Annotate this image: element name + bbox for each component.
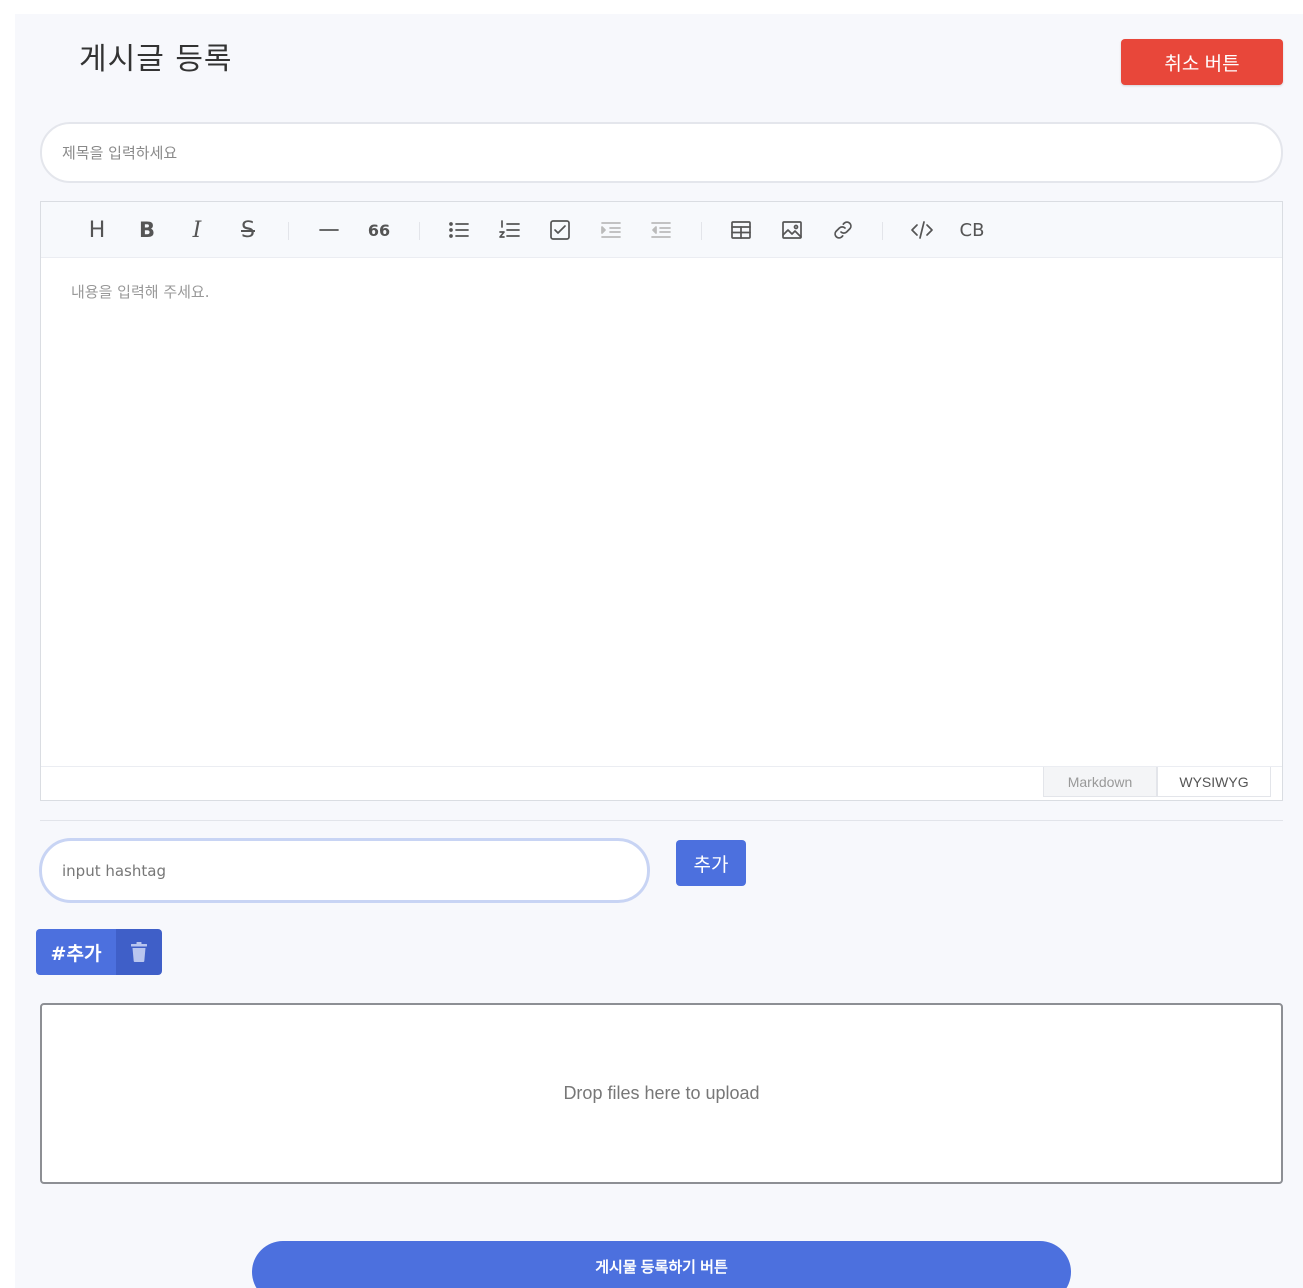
image-icon[interactable] xyxy=(776,214,808,246)
editor-mode-bar: Markdown WYSIWYG xyxy=(41,766,1282,800)
toolbar-divider xyxy=(701,222,702,240)
wysiwyg-mode-tab[interactable]: WYSIWYG xyxy=(1157,767,1271,797)
markdown-editor: H B I S 66 CB 내용을 입력해 주세요. Markdown WYSI… xyxy=(40,201,1283,801)
table-icon[interactable] xyxy=(725,214,757,246)
cancel-button[interactable]: 취소 버튼 xyxy=(1121,39,1283,85)
editor-placeholder: 내용을 입력해 주세요. xyxy=(71,283,210,301)
editor-content[interactable]: 내용을 입력해 주세요. xyxy=(41,259,1282,767)
dropzone-text: Drop files here to upload xyxy=(563,1083,760,1103)
page-title: 게시글 등록 xyxy=(79,42,233,77)
code-block-icon[interactable]: CB xyxy=(956,214,988,246)
title-input[interactable] xyxy=(40,122,1283,183)
strikethrough-icon[interactable]: S xyxy=(232,214,264,246)
bold-icon[interactable]: B xyxy=(131,214,163,246)
markdown-mode-tab[interactable]: Markdown xyxy=(1043,767,1157,797)
section-divider xyxy=(40,820,1283,821)
toolbar-divider xyxy=(882,222,883,240)
add-hashtag-button[interactable]: 추가 xyxy=(676,840,746,886)
task-list-icon[interactable] xyxy=(544,214,576,246)
hashtag-input[interactable] xyxy=(39,838,650,903)
heading-icon[interactable]: H xyxy=(81,214,113,246)
code-icon[interactable] xyxy=(906,214,938,246)
file-dropzone[interactable]: Drop files here to upload xyxy=(40,1003,1283,1184)
toolbar-divider xyxy=(419,222,420,240)
link-icon[interactable] xyxy=(827,214,859,246)
hashtag-chip: #추가 xyxy=(36,929,162,975)
horizontal-rule-icon[interactable] xyxy=(313,214,345,246)
hashtag-label: #추가 xyxy=(36,929,116,975)
toolbar-divider xyxy=(288,222,289,240)
trash-icon[interactable] xyxy=(116,929,162,975)
indent-icon[interactable] xyxy=(595,214,627,246)
outdent-icon[interactable] xyxy=(645,214,677,246)
ordered-list-icon[interactable] xyxy=(494,214,526,246)
italic-icon[interactable]: I xyxy=(181,214,213,246)
submit-post-button[interactable]: 게시물 등록하기 버튼 xyxy=(252,1241,1071,1288)
quote-icon[interactable]: 66 xyxy=(363,214,395,246)
bullet-list-icon[interactable] xyxy=(443,214,475,246)
editor-toolbar: H B I S 66 CB xyxy=(41,202,1282,258)
